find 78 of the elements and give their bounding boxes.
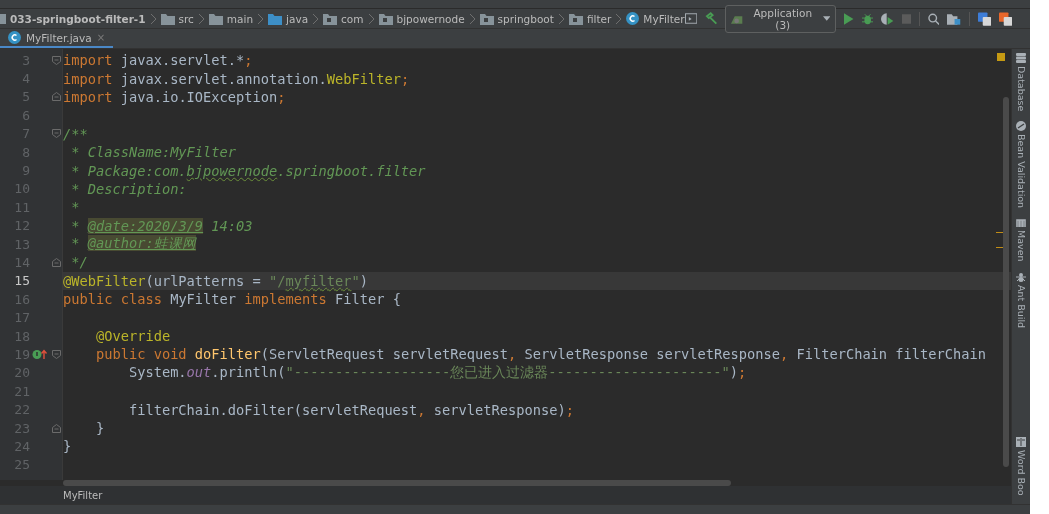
code-line: public void doFilter(ServletRequest servletRequest, ServletResponse servletResponse, FilterChain filterChain (94, 346, 986, 363)
breadcrumb-item[interactable]: bjpowernode (396, 12, 465, 25)
folder-icon (208, 12, 223, 25)
breadcrumb-item[interactable]: src (178, 12, 194, 25)
code-line: import java.io.IOException; (63, 88, 286, 105)
tool-window-button[interactable]: Database (1015, 53, 1027, 112)
run-icon[interactable] (844, 12, 854, 25)
code-line: } (94, 420, 105, 436)
fold-icon[interactable] (52, 258, 61, 267)
search-icon[interactable] (927, 12, 940, 25)
breadcrumb-item[interactable]: springboot (497, 12, 554, 25)
package-folder-icon (479, 12, 494, 25)
editor-breadcrumb[interactable]: MyFilter (0, 486, 1011, 504)
editor-tab[interactable]: MyFilter.java × (0, 29, 114, 48)
code-line: import javax.servlet.annotation.WebFilter; (63, 70, 410, 87)
module-icon (0, 12, 6, 25)
code-line: System.out.println("-------------------您已进入过滤器---------------------"); (127, 363, 747, 382)
run-configuration-dropdown[interactable]: Application (3) (725, 4, 837, 33)
fold-icon[interactable] (52, 349, 61, 359)
stop-icon[interactable] (901, 13, 911, 24)
breadcrumb-item[interactable]: MyFilter (643, 12, 685, 25)
code-line: @WebFilter(urlPatterns = "/myfilter") (63, 272, 368, 289)
book-icon (1016, 437, 1026, 448)
tool-window-button[interactable]: Word Boo (1015, 437, 1027, 496)
database-icon (1016, 53, 1026, 63)
code-line: } (63, 438, 72, 455)
fold-icon[interactable] (52, 55, 61, 65)
chevron-icon (615, 12, 623, 25)
breadcrumb-item[interactable]: main (226, 12, 254, 25)
line-number: 15 (13, 273, 30, 289)
code-line: import javax.servlet.*; (63, 52, 253, 69)
code-line: filterChain.doFilter(servletRequest, servletResponse); (127, 401, 574, 418)
chevron-icon (197, 12, 205, 25)
fold-icon[interactable] (52, 129, 61, 139)
chevron-icon (257, 12, 265, 25)
code-editor[interactable] (0, 49, 1011, 480)
breadcrumb-item[interactable]: filter (586, 12, 612, 25)
package-folder-icon (323, 12, 338, 25)
tool-window-button[interactable]: Bean Validation (1015, 121, 1027, 209)
override-icon[interactable] (32, 348, 48, 360)
breadcrumb-item[interactable]: java (286, 12, 309, 25)
stripe-marker[interactable] (996, 247, 1003, 248)
code-line: public class MyFilter implements Filter { (63, 291, 401, 308)
package-folder-icon (378, 12, 393, 25)
code-line: * @date:2020/3/9 14:03 (70, 217, 253, 234)
code-line: * @author:蛙课网 (70, 235, 196, 254)
code-line: * Package:com.bjpowernode.springboot.filter (70, 162, 426, 179)
folder-icon (268, 12, 283, 25)
fold-icon[interactable] (52, 92, 61, 102)
code-line: * ClassName:MyFilter (70, 144, 237, 161)
class-icon (8, 31, 21, 44)
breadcrumb-item[interactable]: com (341, 12, 364, 25)
stripe-marker[interactable] (996, 232, 1003, 233)
code-line: /** (63, 125, 88, 142)
project-structure-icon[interactable] (947, 12, 961, 25)
tool-window-button[interactable]: Ant Build (1015, 272, 1027, 329)
bug-icon[interactable] (861, 12, 874, 25)
warning-marker[interactable] (997, 53, 1005, 61)
chevron-icon (312, 12, 320, 25)
chevron-icon (367, 12, 375, 25)
tool-window-button[interactable]: Maven (1015, 218, 1027, 262)
chevron-icon (468, 12, 476, 25)
package-folder-icon (568, 12, 583, 25)
breadcrumb-item[interactable]: 033-springboot-filter-1 (10, 12, 146, 25)
vertical-scrollbar[interactable] (1003, 97, 1009, 467)
window-icon[interactable] (684, 13, 697, 24)
horizontal-scrollbar[interactable] (63, 480, 731, 486)
fold-icon[interactable] (52, 423, 61, 433)
code-line: */ (70, 254, 88, 271)
chevron-icon (149, 12, 157, 25)
code-line: * Description: (70, 180, 187, 197)
chevron-icon (557, 12, 565, 25)
hammer-icon[interactable] (704, 12, 718, 25)
caret-icon (822, 16, 831, 21)
code-line: * (70, 199, 80, 216)
code-line: @Override (94, 328, 171, 345)
class-icon (626, 12, 640, 25)
folder-icon (160, 12, 175, 25)
